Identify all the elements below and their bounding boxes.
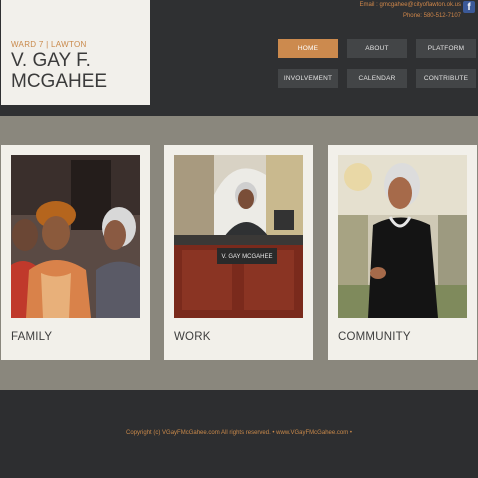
logo-ward-label: WARD 7 | LAWTON — [11, 40, 87, 49]
nav-contribute[interactable]: CONTRIBUTE — [416, 69, 476, 88]
nav-calendar[interactable]: CALENDAR — [347, 69, 407, 88]
card-family[interactable]: FAMILY — [1, 145, 150, 360]
contact-email[interactable]: Email : gmcgahee@cityoflawton.ok.us — [360, 0, 461, 11]
nav-platform[interactable]: PLATFORM — [416, 39, 476, 58]
site-header: WARD 7 | LAWTON V. GAY F. MCGAHEE Email … — [0, 0, 478, 116]
footer-copyright: Copyright (c) VGayFMcGahee.com All right… — [126, 430, 352, 436]
card-community[interactable]: COMMUNITY — [328, 145, 477, 360]
facebook-icon[interactable]: f — [463, 1, 475, 13]
family-photo[interactable] — [11, 155, 140, 318]
contact-info: Email : gmcgahee@cityoflawton.ok.us Phon… — [360, 0, 461, 22]
contact-phone: Phone: 580-512-7107 — [402, 13, 461, 19]
card-community-label: COMMUNITY — [338, 331, 411, 343]
card-family-label: FAMILY — [11, 331, 53, 343]
logo-name: V. GAY F. MCGAHEE — [11, 50, 108, 92]
podium-nameplate: V. GAY MCGAHEE — [222, 254, 273, 260]
nav-about[interactable]: ABOUT — [347, 39, 407, 58]
nav-involvement[interactable]: INVOLVEMENT — [278, 69, 338, 88]
logo[interactable]: WARD 7 | LAWTON V. GAY F. MCGAHEE — [1, 0, 150, 105]
card-work-label: WORK — [174, 331, 211, 343]
work-photo[interactable]: V. GAY MCGAHEE — [174, 155, 303, 318]
community-photo[interactable] — [338, 155, 467, 318]
nav-home[interactable]: HOME — [278, 39, 338, 58]
card-work[interactable]: V. GAY MCGAHEE WORK — [164, 145, 313, 360]
